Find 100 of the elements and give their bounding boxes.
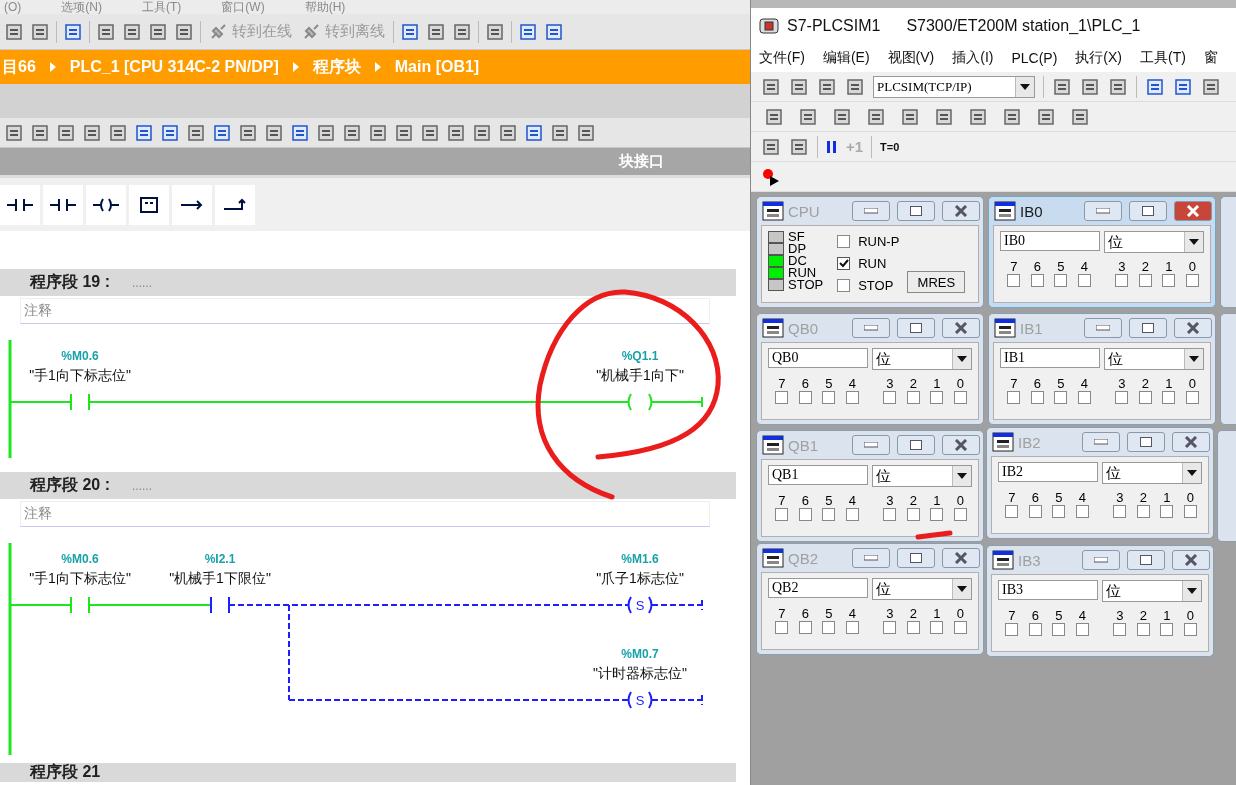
maximize-button[interactable]	[897, 201, 935, 221]
format-dropdown[interactable]: 位	[872, 578, 972, 600]
mode-checkbox[interactable]	[837, 279, 851, 292]
bit-checkbox[interactable]	[1075, 623, 1089, 636]
bit-checkbox[interactable]	[845, 391, 859, 404]
bit-checkbox[interactable]	[930, 621, 944, 634]
bit-checkbox[interactable]	[798, 621, 812, 634]
format-dropdown[interactable]: 位	[1104, 348, 1204, 370]
maximize-button[interactable]	[897, 435, 935, 455]
menu-item[interactable]: PLC(P)	[1011, 50, 1058, 66]
mode-checkbox[interactable]	[837, 257, 851, 270]
bit-checkbox[interactable]	[1052, 623, 1066, 636]
bit-checkbox[interactable]	[953, 391, 967, 404]
bit-checkbox[interactable]	[930, 391, 944, 404]
pause-icon[interactable]	[826, 139, 838, 154]
bit-checkbox[interactable]	[1030, 391, 1044, 404]
maximize-button[interactable]	[897, 318, 935, 338]
address-field[interactable]: QB2	[768, 578, 868, 598]
bit-checkbox[interactable]	[822, 508, 836, 521]
close-button[interactable]	[942, 318, 980, 338]
mode-checkbox[interactable]	[837, 235, 851, 248]
bit-checkbox[interactable]	[1115, 391, 1129, 404]
maximize-button[interactable]	[1127, 432, 1165, 452]
minimize-button[interactable]	[1084, 318, 1122, 338]
bit-checkbox[interactable]	[822, 621, 836, 634]
bit-checkbox[interactable]	[1183, 505, 1197, 518]
bit-checkbox[interactable]	[775, 391, 789, 404]
minimize-button[interactable]	[1084, 201, 1122, 221]
minimize-button[interactable]	[852, 318, 890, 338]
bit-checkbox[interactable]	[883, 391, 897, 404]
bit-checkbox[interactable]	[906, 508, 920, 521]
address-field[interactable]: IB3	[998, 580, 1098, 600]
comment-field[interactable]: 注释	[20, 298, 710, 324]
menu-item[interactable]: 工具(T)	[1140, 49, 1186, 67]
record-icon[interactable]	[761, 166, 781, 187]
address-field[interactable]: QB0	[768, 348, 868, 368]
bit-checkbox[interactable]	[1052, 505, 1066, 518]
contact-symbol[interactable]	[210, 596, 230, 614]
bit-checkbox[interactable]	[906, 621, 920, 634]
bit-checkbox[interactable]	[1007, 391, 1021, 404]
bit-checkbox[interactable]	[1183, 623, 1197, 636]
bit-checkbox[interactable]	[1136, 505, 1150, 518]
bit-checkbox[interactable]	[1005, 505, 1019, 518]
bit-checkbox[interactable]	[930, 508, 944, 521]
comment-field[interactable]: 注释	[20, 501, 710, 527]
bit-checkbox[interactable]	[1054, 391, 1068, 404]
format-dropdown[interactable]: 位	[1104, 231, 1204, 253]
bit-checkbox[interactable]	[1162, 391, 1176, 404]
bit-checkbox[interactable]	[1077, 391, 1091, 404]
bit-checkbox[interactable]	[1007, 274, 1021, 287]
bit-checkbox[interactable]	[1160, 505, 1174, 518]
bit-checkbox[interactable]	[1028, 505, 1042, 518]
format-dropdown[interactable]: 位	[1102, 580, 1202, 602]
ladder-element-button[interactable]	[129, 184, 169, 225]
maximize-button[interactable]	[1129, 318, 1167, 338]
close-button[interactable]	[1174, 318, 1212, 338]
maximize-button[interactable]	[1127, 550, 1165, 570]
menu-item[interactable]: 窗	[1203, 49, 1218, 67]
bit-checkbox[interactable]	[1162, 274, 1176, 287]
bit-checkbox[interactable]	[953, 508, 967, 521]
bit-checkbox[interactable]	[1113, 623, 1127, 636]
bit-checkbox[interactable]	[775, 621, 789, 634]
connection-dropdown[interactable]: PLCSIM(TCP/IP)	[873, 75, 1035, 98]
maximize-button[interactable]	[1129, 201, 1167, 221]
close-button[interactable]	[942, 201, 980, 221]
menu-item[interactable]: 视图(V)	[887, 49, 935, 67]
bit-checkbox[interactable]	[1138, 274, 1152, 287]
address-field[interactable]: IB2	[998, 462, 1098, 482]
minimize-button[interactable]	[1082, 550, 1120, 570]
maximize-button[interactable]	[897, 548, 935, 568]
bit-checkbox[interactable]	[1030, 274, 1044, 287]
menu-item[interactable]: 插入(I)	[952, 49, 994, 67]
minimize-button[interactable]	[852, 201, 890, 221]
bit-checkbox[interactable]	[1160, 623, 1174, 636]
bit-checkbox[interactable]	[845, 508, 859, 521]
minimize-button[interactable]	[852, 548, 890, 568]
ladder-element-button[interactable]	[86, 184, 126, 225]
bit-checkbox[interactable]	[798, 508, 812, 521]
format-dropdown[interactable]: 位	[872, 465, 972, 487]
ladder-element-button[interactable]	[172, 184, 212, 225]
close-button[interactable]	[1172, 432, 1210, 452]
minimize-button[interactable]	[852, 435, 890, 455]
close-button[interactable]	[1174, 201, 1212, 221]
ladder-element-button[interactable]	[0, 184, 40, 225]
bit-checkbox[interactable]	[1138, 391, 1152, 404]
reset-button[interactable]: MRES	[907, 271, 966, 293]
bit-checkbox[interactable]	[953, 621, 967, 634]
address-field[interactable]: QB1	[768, 465, 868, 485]
bit-checkbox[interactable]	[883, 508, 897, 521]
bit-checkbox[interactable]	[845, 621, 859, 634]
ladder-element-button[interactable]	[215, 184, 255, 225]
bit-checkbox[interactable]	[1005, 623, 1019, 636]
bit-checkbox[interactable]	[1028, 623, 1042, 636]
bit-checkbox[interactable]	[1185, 391, 1199, 404]
bit-checkbox[interactable]	[822, 391, 836, 404]
bit-checkbox[interactable]	[1077, 274, 1091, 287]
close-button[interactable]	[942, 435, 980, 455]
menu-item[interactable]: 文件(F)	[759, 49, 805, 67]
bit-checkbox[interactable]	[1075, 505, 1089, 518]
bit-checkbox[interactable]	[1115, 274, 1129, 287]
